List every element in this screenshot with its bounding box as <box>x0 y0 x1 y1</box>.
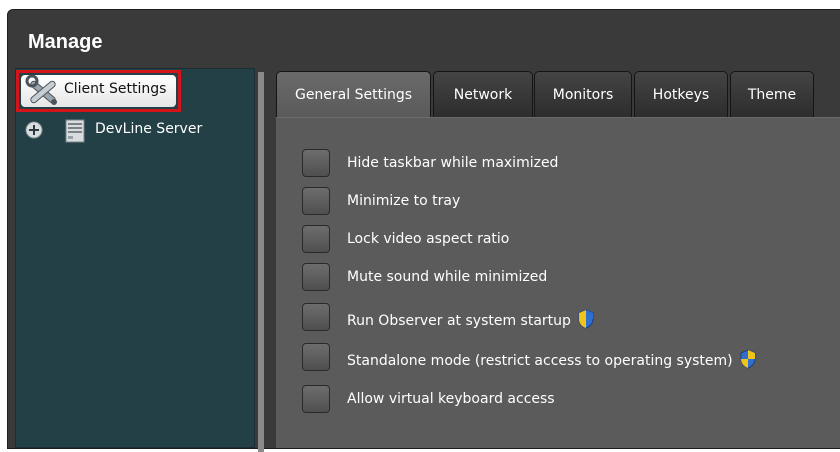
option-label: Lock video aspect ratio <box>347 231 510 247</box>
tab-hotkeys[interactable]: Hotkeys <box>634 71 728 117</box>
option-label-wrap: Run Observer at system startup <box>347 309 595 333</box>
uac-shield-icon <box>577 309 595 333</box>
option-label: Standalone mode (restrict access to oper… <box>347 353 733 369</box>
option-label: Allow virtual keyboard access <box>347 391 555 407</box>
checkbox[interactable] <box>302 225 330 253</box>
checkbox[interactable] <box>302 187 330 215</box>
checkbox[interactable] <box>302 303 330 331</box>
tab-general-settings[interactable]: General Settings <box>276 71 431 117</box>
checkbox[interactable] <box>302 263 330 291</box>
option-label: Run Observer at system startup <box>347 313 571 329</box>
tab-monitors[interactable]: Monitors <box>534 71 632 117</box>
tree-item-client-settings[interactable]: Client Settings <box>16 70 181 112</box>
option-label-wrap: Standalone mode (restrict access to oper… <box>347 349 757 373</box>
option-label: Minimize to tray <box>347 193 461 209</box>
tab-network[interactable]: Network <box>433 71 533 117</box>
server-icon <box>63 119 87 147</box>
tree-item-label: Client Settings <box>64 81 167 97</box>
tree-item-label: DevLine Server <box>95 121 203 137</box>
option-label: Hide taskbar while maximized <box>347 155 559 171</box>
checkbox[interactable] <box>302 385 330 413</box>
checkbox[interactable] <box>302 149 330 177</box>
tab-theme[interactable]: Theme <box>730 71 814 117</box>
window-title: Manage <box>28 31 103 53</box>
panel-splitter[interactable] <box>258 72 264 452</box>
tree-item-devline-server[interactable]: DevLine Server <box>25 118 255 144</box>
checkbox[interactable] <box>302 343 330 371</box>
uac-shield-icon <box>739 349 757 373</box>
expand-icon[interactable] <box>25 121 43 143</box>
tools-icon <box>25 74 61 111</box>
option-label: Mute sound while minimized <box>347 269 548 285</box>
